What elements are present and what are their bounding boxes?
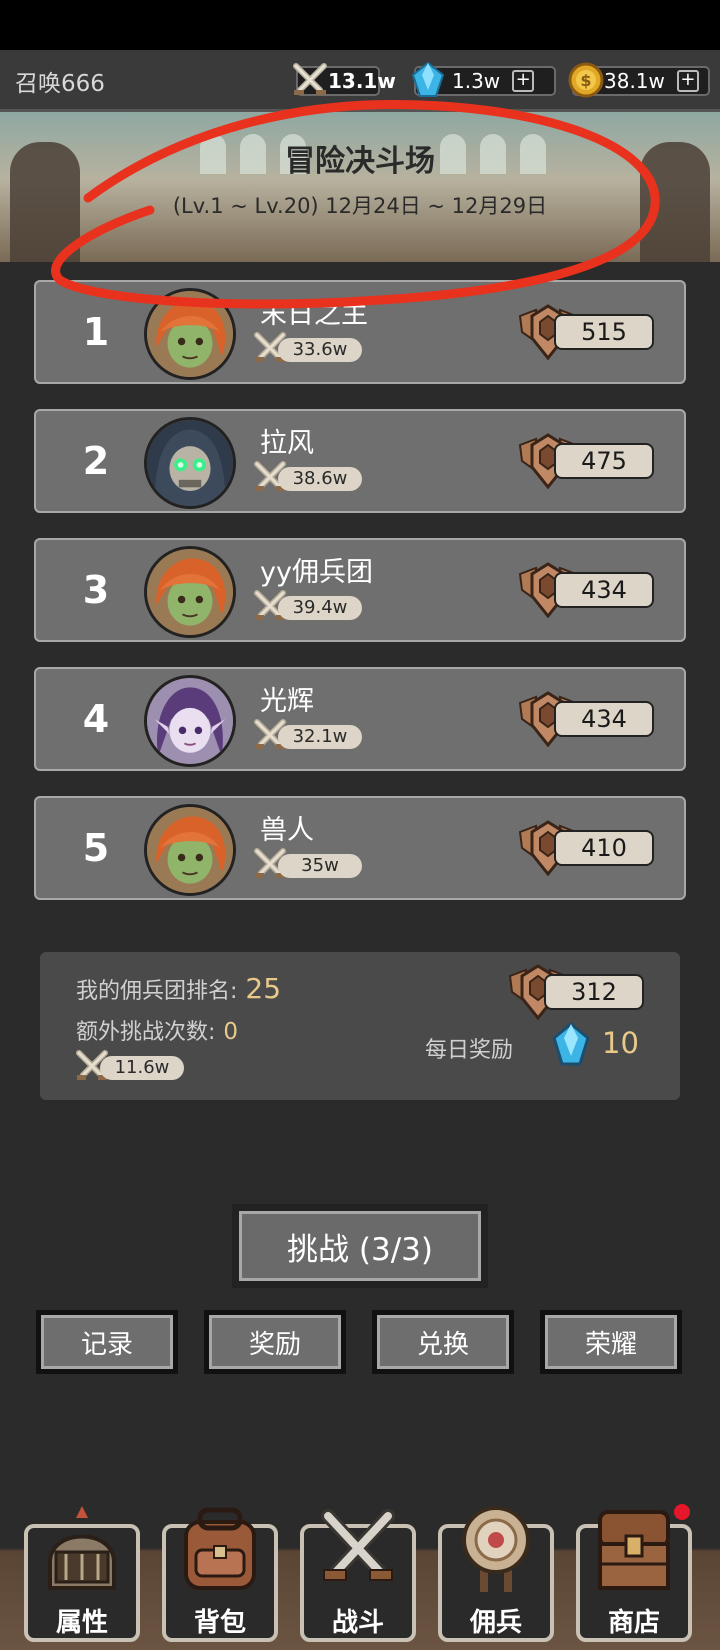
add-coins-button[interactable]: + [676, 70, 699, 92]
challenge-button[interactable]: 挑战 (3/3) [232, 1204, 488, 1288]
rank-number: 4 [82, 697, 110, 741]
svg-text:$: $ [580, 71, 591, 90]
exchange-button-label[interactable]: 兑换 [377, 1315, 509, 1369]
nav-item-2[interactable]: 战斗 [300, 1502, 416, 1642]
backpack-icon [178, 1502, 262, 1598]
player-score: 515 [518, 302, 658, 360]
player-score-value: 515 [554, 314, 654, 350]
resource-bar: 召唤666 13.1w 1.3w + $ 38.1w + [0, 50, 720, 112]
arena-banner: 冒险决斗场 (Lv.1 ~ Lv.20) 12月24日 ~ 12月29日 [0, 112, 720, 262]
nav-label: 商店 [607, 1608, 660, 1638]
honor-button[interactable]: 荣耀 [540, 1310, 682, 1374]
nav-label: 佣兵 [469, 1608, 522, 1638]
player-avatar[interactable] [144, 417, 236, 509]
rank-number: 2 [82, 439, 110, 483]
gem-icon [552, 1022, 590, 1066]
player-name: 光辉 [260, 686, 314, 717]
nav-label: 背包 [193, 1608, 246, 1638]
my-rank-value: 25 [245, 972, 282, 1005]
nav-label: 战斗 [331, 1608, 384, 1638]
player-score: 410 [518, 818, 658, 876]
daily-reward-value: 10 [602, 1026, 639, 1060]
nav-item-3[interactable]: 佣兵 [438, 1502, 554, 1642]
nav-item-4[interactable]: 商店 [576, 1502, 692, 1642]
arena-title: 冒险决斗场 [285, 144, 435, 179]
nav-item-0[interactable]: 属性 [24, 1502, 140, 1642]
my-score: 312 [508, 962, 648, 1020]
player-avatar[interactable] [144, 804, 236, 896]
player-power-value: 39.4w [278, 596, 362, 620]
reward-button[interactable]: 奖励 [204, 1310, 346, 1374]
my-status-panel: 我的佣兵团排名: 25 额外挑战次数: 0 11.6w 312 每日奖励 10 [40, 952, 680, 1100]
ranking-row[interactable]: 1 末日之主 33.6w 515 [34, 280, 686, 384]
player-power-value: 35w [278, 854, 362, 878]
nav-item-1[interactable]: 背包 [162, 1502, 278, 1642]
daily-reward-label: 每日奖励 [425, 1038, 514, 1063]
chest-icon [592, 1502, 676, 1598]
ranking-row[interactable]: 2 拉风 38.6w 475 [34, 409, 686, 513]
gem-icon [411, 61, 445, 97]
arena-period: (Lv.1 ~ Lv.20) 12月24日 ~ 12月29日 [172, 194, 548, 218]
notification-dot [674, 1504, 690, 1520]
status-bar [0, 0, 720, 50]
rank-number: 5 [82, 826, 110, 870]
rank-number: 1 [82, 310, 110, 354]
player-avatar[interactable] [144, 546, 236, 638]
rank-number: 3 [82, 568, 110, 612]
player-name: 兽人 [260, 815, 314, 846]
honor-button-label[interactable]: 荣耀 [545, 1315, 677, 1369]
player-power-value: 33.6w [278, 338, 362, 362]
coin-icon: $ [568, 62, 604, 98]
player-score: 475 [518, 431, 658, 489]
ranking-list[interactable]: 1 末日之主 33.6w 515 2 拉风 38.6w 475 3 yy佣兵团 39.4w 434 4 光… [0, 262, 720, 926]
my-score-value: 312 [544, 974, 644, 1010]
player-score: 434 [518, 689, 658, 747]
bottom-nav: 属性 背包 战斗 佣兵 商店 [0, 1480, 720, 1650]
player-score-value: 434 [554, 701, 654, 737]
crossed-swords-icon [316, 1502, 400, 1598]
reward-button-label[interactable]: 奖励 [209, 1315, 341, 1369]
power-display: 13.1w [293, 63, 396, 96]
exchange-button[interactable]: 兑换 [372, 1310, 514, 1374]
ranking-row[interactable]: 4 光辉 32.1w 434 [34, 667, 686, 771]
player-score: 434 [518, 560, 658, 618]
add-gems-button[interactable]: + [512, 70, 535, 92]
player-name: 末日之主 [260, 299, 368, 330]
challenge-button-label[interactable]: 挑战 (3/3) [239, 1211, 481, 1281]
player-power-value: 38.6w [278, 467, 362, 491]
player-score-value: 475 [554, 443, 654, 479]
record-button[interactable]: 记录 [36, 1310, 178, 1374]
player-avatar[interactable] [144, 675, 236, 767]
extra-challenge-row: 额外挑战次数: 0 [76, 1014, 238, 1046]
extra-challenge-label: 额外挑战次数: [76, 1020, 216, 1045]
player-name: 召唤666 [15, 71, 105, 97]
ranking-row[interactable]: 3 yy佣兵团 39.4w 434 [34, 538, 686, 642]
gem-display: 1.3w + [411, 61, 556, 97]
player-power-value: 32.1w [278, 725, 362, 749]
player-score-value: 434 [554, 572, 654, 608]
target-shield-icon [454, 1502, 538, 1598]
my-power-value: 11.6w [100, 1056, 184, 1080]
nav-label: 属性 [55, 1608, 108, 1638]
my-rank-row: 我的佣兵团排名: 25 [76, 972, 281, 1005]
record-button-label[interactable]: 记录 [41, 1315, 173, 1369]
player-name: 拉风 [260, 428, 314, 459]
helmet-icon [40, 1502, 124, 1598]
ranking-row[interactable]: 5 兽人 35w 410 [34, 796, 686, 900]
my-rank-label: 我的佣兵团排名: [76, 979, 238, 1004]
coin-display: $ 38.1w + [568, 62, 710, 98]
player-name: yy佣兵团 [260, 557, 373, 588]
extra-challenge-value: 0 [223, 1019, 239, 1045]
crossed-swords-icon [293, 63, 327, 95]
player-score-value: 410 [554, 830, 654, 866]
player-avatar[interactable] [144, 288, 236, 380]
